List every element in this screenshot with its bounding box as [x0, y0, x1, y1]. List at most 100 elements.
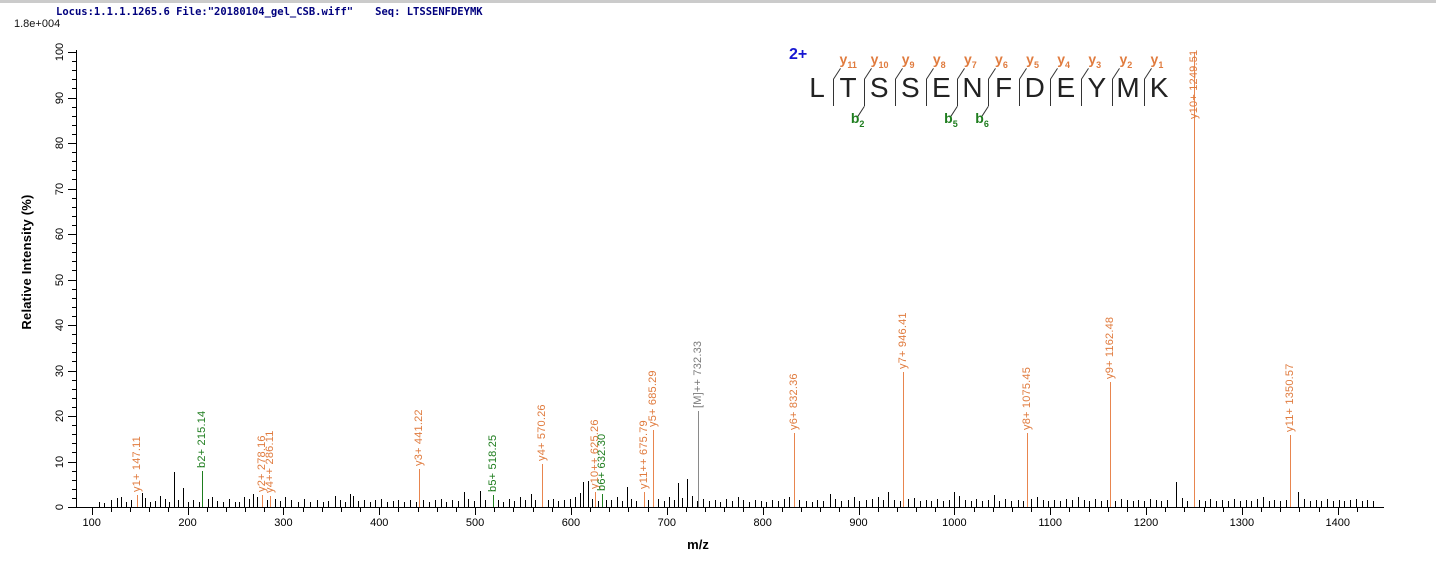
peak-label-text: b5+ 518.25: [486, 434, 499, 493]
noise-peak: [182, 487, 184, 507]
noise-peak: [859, 500, 861, 507]
noise-peak: [1066, 498, 1068, 507]
x-tick-label: 900: [849, 517, 868, 529]
y-minor-tick: [72, 152, 76, 154]
y-major-tick: [68, 370, 76, 372]
noise-peak: [440, 498, 442, 507]
peak-label-text: y11++ 675.79: [637, 419, 650, 489]
y-ion-peak: [902, 371, 904, 507]
x-minor-tick: [321, 508, 323, 512]
noise-peak: [720, 501, 722, 507]
x-minor-tick: [130, 508, 132, 512]
noise-peak: [583, 482, 585, 507]
y-ion-label-number: 2: [1127, 59, 1133, 70]
noise-peak: [908, 498, 910, 507]
y-ion-label: y4: [1057, 51, 1071, 70]
y-ion-label-number: 8: [940, 59, 946, 70]
x-minor-tick: [340, 508, 342, 512]
noise-peak: [193, 500, 195, 507]
y-axis-line: [76, 50, 77, 507]
noise-peak: [942, 500, 944, 507]
noise-peak: [772, 499, 774, 507]
x-minor-tick: [149, 508, 151, 512]
fragment-divider: [925, 79, 927, 106]
noise-peak: [1149, 498, 1151, 507]
x-minor-tick: [877, 508, 879, 512]
noise-peak: [1298, 491, 1300, 507]
noise-peak: [1274, 499, 1276, 507]
noise-peak: [502, 501, 504, 507]
precursor-ion-peak: [697, 411, 699, 507]
noise-peak: [104, 503, 106, 507]
noise-peak: [853, 496, 855, 507]
noise-peak: [187, 501, 189, 507]
x-minor-tick: [1165, 508, 1167, 512]
noise-peak: [647, 499, 649, 507]
noise-peak: [1245, 499, 1247, 507]
y-ion-label-number: 11: [847, 59, 857, 70]
x-minor-tick: [455, 508, 457, 512]
x-minor-tick: [1318, 508, 1320, 512]
noise-peak: [1257, 498, 1259, 507]
y-minor-tick: [72, 106, 76, 108]
noise-peak: [703, 498, 705, 507]
noise-peak: [514, 500, 516, 507]
noise-peak: [1010, 500, 1012, 507]
noise-peak: [959, 496, 961, 507]
noise-peak: [173, 471, 175, 507]
noise-peak: [110, 500, 112, 507]
y-tick-label-text: 90: [54, 91, 66, 104]
y-minor-tick: [72, 88, 76, 90]
noise-peak: [474, 500, 476, 507]
y-major-tick: [68, 97, 76, 99]
noise-peak: [1327, 498, 1329, 507]
noise-peak: [310, 501, 312, 507]
noise-peak: [1350, 500, 1352, 507]
x-minor-tick: [532, 508, 534, 512]
y-ion-peak: [270, 496, 272, 507]
noise-peak: [937, 498, 939, 507]
y-minor-tick: [72, 406, 76, 408]
x-major-tick: [1337, 508, 1339, 515]
noise-peak: [673, 499, 675, 507]
noise-peak: [1155, 500, 1157, 507]
noise-peak: [252, 494, 254, 507]
x-tick-label: 1100: [1038, 517, 1063, 529]
x-tick-label: 1400: [1325, 517, 1350, 529]
noise-peak: [223, 502, 224, 507]
b-ion-label-number: 6: [983, 118, 989, 129]
noise-peak: [130, 500, 132, 507]
y-tick-label-text: 0: [54, 503, 66, 511]
noise-peak: [1005, 498, 1007, 507]
noise-peak: [1373, 501, 1375, 507]
y-minor-tick: [72, 270, 76, 272]
noise-peak: [970, 501, 972, 507]
y-minor-tick: [72, 61, 76, 63]
noise-peak: [731, 500, 733, 507]
x-minor-tick: [110, 508, 112, 512]
y-ion-label-number: 5: [1033, 59, 1039, 70]
fragment-divider: [1112, 79, 1114, 106]
sequence-residue: N: [962, 72, 983, 103]
b-ion-peak: [601, 493, 603, 507]
noise-peak: [714, 499, 716, 507]
noise-peak: [987, 499, 989, 507]
x-minor-tick: [551, 508, 553, 512]
x-tick-label: 800: [753, 517, 772, 529]
noise-peak: [799, 499, 801, 507]
noise-peak: [99, 502, 101, 507]
sequence-residue: T: [839, 72, 857, 103]
b-ion-peak: [202, 470, 204, 507]
noise-peak: [964, 499, 966, 507]
noise-peak: [1126, 500, 1128, 507]
y-minor-tick: [72, 70, 76, 72]
y-minor-tick: [72, 206, 76, 208]
x-minor-tick: [1088, 508, 1090, 512]
y-major-tick: [68, 143, 76, 144]
y-minor-tick: [72, 434, 76, 436]
noise-peak: [931, 501, 933, 507]
y-tick-label-text: 30: [54, 364, 66, 377]
noise-peak: [452, 499, 454, 507]
x-tick-label: 1300: [1229, 517, 1255, 529]
x-minor-tick: [590, 508, 592, 512]
